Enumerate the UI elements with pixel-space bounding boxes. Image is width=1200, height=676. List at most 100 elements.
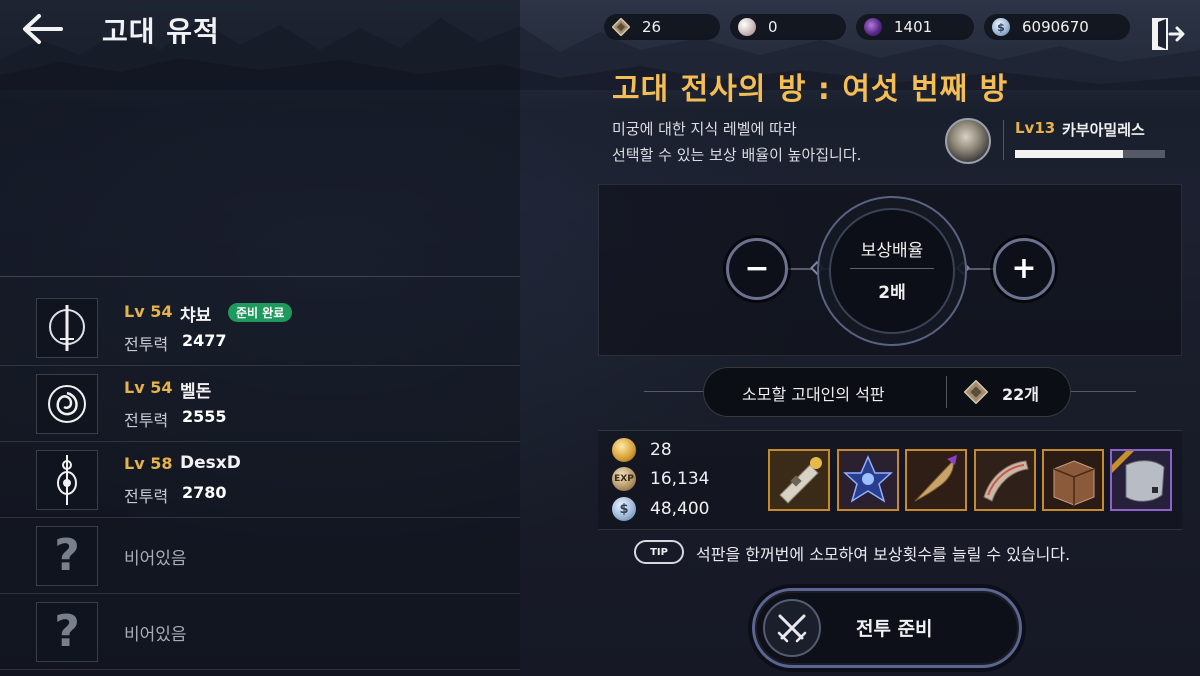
power-value: 2477 xyxy=(182,331,227,350)
reward-stat-row: $ 48,400 xyxy=(612,497,709,521)
stone-tablet-icon xyxy=(976,451,1034,509)
member-name: 벨돈 xyxy=(180,382,212,402)
empty-slot-label: 비어있음 xyxy=(124,625,187,645)
room-description-line: 선택할 수 있는 보상 배율이 높아집니다. xyxy=(612,146,862,164)
power-label: 전투력 xyxy=(124,487,169,506)
member-level: Lv 58 xyxy=(124,454,173,473)
currency-value: 1401 xyxy=(894,18,933,36)
member-level: Lv 54 xyxy=(124,378,173,397)
question-mark-icon: ? xyxy=(54,606,80,657)
back-button[interactable] xyxy=(18,8,66,50)
currency-value: 6090670 xyxy=(1022,18,1089,36)
power-value: 2780 xyxy=(182,483,227,502)
multiplier-dial-inner xyxy=(829,208,955,334)
party-member-row[interactable]: Lv 58 DesxD 전투력 2780 xyxy=(0,442,520,518)
question-mark-icon: ? xyxy=(54,530,80,581)
gold-medal-icon xyxy=(612,438,636,462)
empty-slot-portrait: ? xyxy=(36,526,98,586)
plus-icon: + xyxy=(1011,251,1037,286)
reward-stat-row: 28 xyxy=(612,438,672,462)
bandage-scroll-icon xyxy=(770,451,828,509)
exit-door-icon xyxy=(1152,18,1185,50)
currency-value: 0 xyxy=(768,18,778,36)
top-header: 고대 유적 xyxy=(0,0,520,60)
arrow-left-icon xyxy=(23,14,63,44)
empty-slot-label: 비어있음 xyxy=(124,549,187,569)
empty-party-slot[interactable]: ? 비어있음 xyxy=(0,594,520,670)
pearl-icon xyxy=(738,18,756,36)
party-list: Lv 54 챠뵤 준비 완료 전투력 2477 Lv 54 벨돈 전투력 255… xyxy=(0,290,520,670)
currency-ancient-stone: 26 xyxy=(604,14,720,40)
currency-dark-orb: 1401 xyxy=(856,14,974,40)
reward-item-slot[interactable] xyxy=(837,449,899,511)
silver-coin-icon: $ xyxy=(992,18,1010,36)
party-member-row[interactable]: Lv 54 벨돈 전투력 2555 xyxy=(0,366,520,442)
reward-item-slot[interactable] xyxy=(974,449,1036,511)
exp-icon: EXP xyxy=(612,467,636,491)
wooden-chest-icon xyxy=(1044,451,1102,509)
silver-coin-icon: $ xyxy=(612,497,636,521)
room-description: 미궁에 대한 지식 레벨에 따라 선택할 수 있는 보상 배율이 높아집니다. xyxy=(612,116,932,168)
boss-knowledge-fill xyxy=(1015,150,1123,158)
reward-item-slot[interactable] xyxy=(905,449,967,511)
member-level: Lv 54 xyxy=(124,302,173,321)
currency-pearl: 0 xyxy=(730,14,846,40)
reward-stat-value: 48,400 xyxy=(650,499,710,519)
ready-status-badge: 준비 완료 xyxy=(228,303,293,322)
room-title: 고대 전사의 방 : 여섯 번째 방 xyxy=(612,72,1009,107)
battle-ready-label: 전투 준비 xyxy=(856,618,933,640)
rose-emblem-icon xyxy=(47,384,87,424)
boss-knowledge-bar xyxy=(1015,150,1165,158)
room-description-line: 미궁에 대한 지식 레벨에 따라 xyxy=(612,120,797,138)
consume-divider xyxy=(946,376,947,408)
reward-item-slot[interactable] xyxy=(1110,449,1172,511)
consume-tablet-count: 22개 xyxy=(1002,385,1039,404)
empty-party-slot[interactable]: ? 비어있음 xyxy=(0,518,520,594)
reward-stat-row: EXP 16,134 xyxy=(612,467,709,491)
exp-icon-text: EXP xyxy=(614,474,634,484)
member-portrait xyxy=(36,298,98,358)
party-member-row[interactable]: Lv 54 챠뵤 준비 완료 전투력 2477 xyxy=(0,290,520,366)
consume-tablet-label: 소모할 고대인의 석판 xyxy=(742,385,885,404)
consume-ornament-line xyxy=(1070,391,1136,392)
page-title: 고대 유적 xyxy=(102,15,220,48)
crossed-swords-icon xyxy=(777,614,807,643)
blue-crystal-icon xyxy=(839,451,897,509)
member-portrait xyxy=(36,450,98,510)
multiplier-value: 2배 xyxy=(878,283,906,303)
ancient-stone-icon xyxy=(964,380,988,404)
boss-avatar xyxy=(945,118,991,164)
tip-badge: TIP xyxy=(634,540,684,564)
battle-icon-frame xyxy=(763,599,821,657)
boss-divider xyxy=(1003,120,1004,160)
minus-icon: − xyxy=(744,251,770,286)
power-label: 전투력 xyxy=(124,411,169,430)
member-name: 챠뵤 xyxy=(180,306,212,326)
member-portrait xyxy=(36,374,98,434)
reward-item-slot[interactable] xyxy=(768,449,830,511)
boss-level: Lv13 xyxy=(1015,119,1056,137)
decrease-multiplier-button[interactable]: − xyxy=(726,238,788,300)
party-divider xyxy=(0,276,520,277)
ancient-stone-icon xyxy=(612,18,630,36)
dark-orb-icon xyxy=(864,18,882,36)
currency-value: 26 xyxy=(642,18,662,36)
staff-emblem-icon xyxy=(57,455,77,505)
multiplier-label: 보상배율 xyxy=(860,241,924,261)
exit-button[interactable] xyxy=(1146,14,1186,54)
empty-slot-portrait: ? xyxy=(36,602,98,662)
feather-quill-icon xyxy=(907,451,965,509)
multiplier-divider xyxy=(850,268,934,269)
sword-emblem-icon xyxy=(49,305,85,351)
consume-ornament-line xyxy=(644,391,704,392)
power-label: 전투력 xyxy=(124,335,169,354)
currency-silver: $ 6090670 xyxy=(984,14,1130,40)
tip-text: 석판을 한꺼번에 소모하여 보상횟수를 늘릴 수 있습니다. xyxy=(696,545,1071,564)
boss-name: 카부아밀레스 xyxy=(1062,121,1145,139)
reward-stat-value: 16,134 xyxy=(650,469,710,489)
increase-multiplier-button[interactable]: + xyxy=(993,238,1055,300)
reward-item-slot[interactable] xyxy=(1042,449,1104,511)
gray-cloth-icon xyxy=(1112,451,1170,509)
member-name: DesxD xyxy=(180,453,241,473)
reward-stat-value: 28 xyxy=(650,440,672,460)
